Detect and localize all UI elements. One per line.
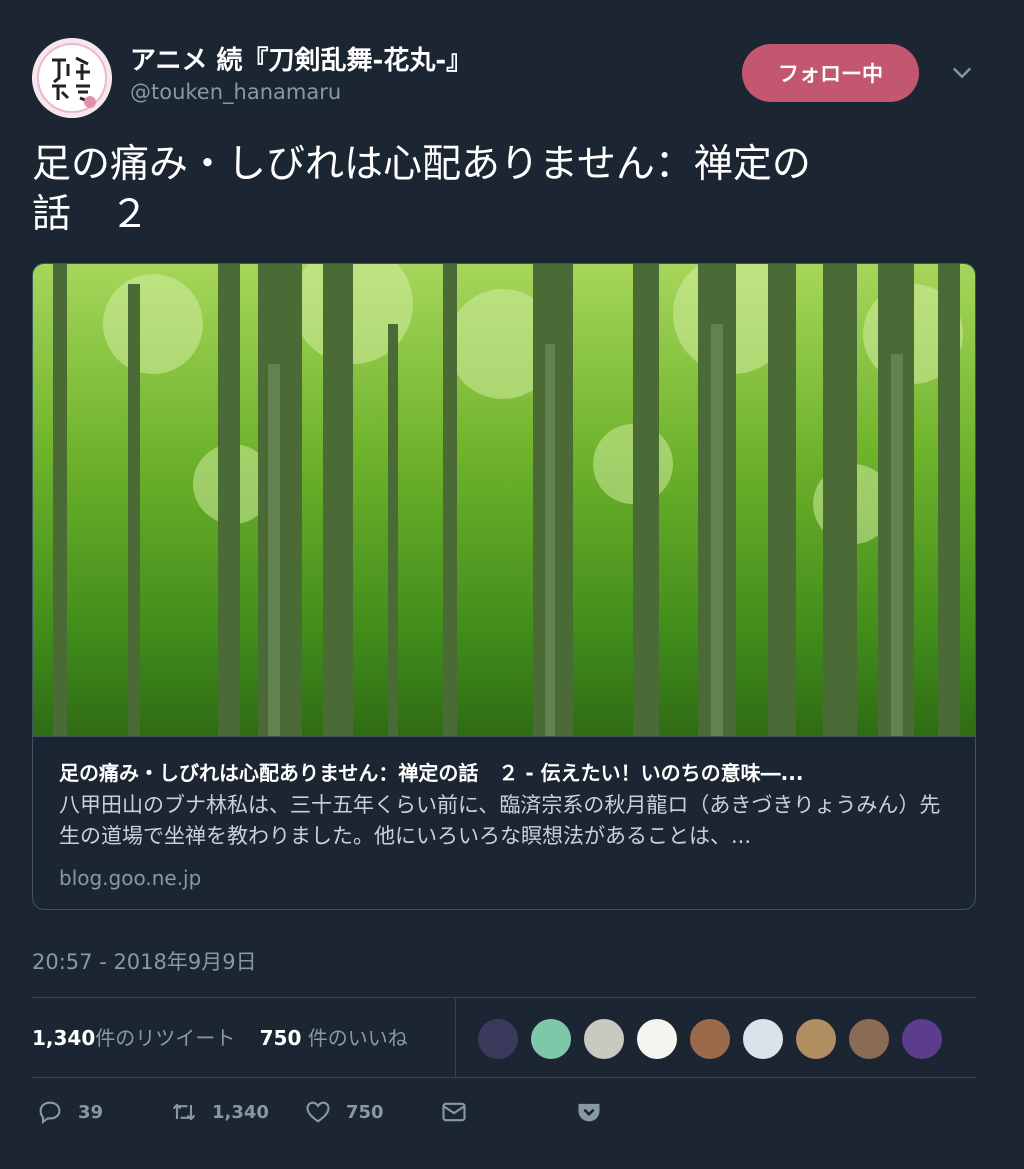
tweet-actions: 39 1,340 750 xyxy=(0,1098,1024,1130)
reply-count: 39 xyxy=(78,1101,104,1123)
pocket-icon xyxy=(578,1103,600,1122)
like-stat-label: 件のいいね xyxy=(301,1026,408,1050)
liker-avatar-7[interactable] xyxy=(794,1017,838,1061)
liker-avatar-4[interactable] xyxy=(635,1017,679,1061)
liker-avatar-6[interactable] xyxy=(741,1017,785,1061)
following-button[interactable]: フォロー中 xyxy=(742,44,919,102)
divider-bottom xyxy=(32,1077,977,1078)
author-avatar[interactable] xyxy=(32,38,112,118)
tweet-timestamp[interactable]: 20:57 - 2018年9月9日 xyxy=(32,946,257,976)
author-name[interactable]: アニメ 続『刀剣乱舞-花丸-』 xyxy=(130,40,472,77)
like-count: 750 xyxy=(346,1101,384,1123)
liker-avatar-5[interactable] xyxy=(688,1017,732,1061)
reply-icon xyxy=(39,1101,61,1125)
like-stat[interactable]: 750 件のいいね xyxy=(260,1026,408,1050)
retweet-icon xyxy=(172,1103,196,1121)
liker-avatar-8[interactable] xyxy=(847,1017,891,1061)
divider-top xyxy=(32,997,977,998)
like-button[interactable]: 750 xyxy=(304,1098,384,1126)
reply-button[interactable]: 39 xyxy=(36,1098,103,1126)
retweet-stat[interactable]: 1,340件のリツイート xyxy=(32,1026,235,1050)
liker-avatar-1[interactable] xyxy=(476,1017,520,1061)
link-card[interactable]: 足の痛み・しびれは心配ありません：禅定の話 ２ - 伝えたい！いのちの意味―..… xyxy=(32,263,976,910)
engagement-stats: 1,340件のリツイート 750 件のいいね xyxy=(32,1022,408,1051)
retweet-count: 1,340 xyxy=(212,1101,269,1123)
retweet-stat-count: 1,340 xyxy=(32,1026,96,1050)
divider-vertical xyxy=(455,997,456,1077)
card-title[interactable]: 足の痛み・しびれは心配ありません：禅定の話 ２ - 伝えたい！いのちの意味―..… xyxy=(59,757,949,786)
retweet-button[interactable]: 1,340 xyxy=(170,1098,269,1126)
pocket-button[interactable] xyxy=(575,1098,603,1126)
author-handle[interactable]: @touken_hanamaru xyxy=(130,80,341,104)
heart-icon xyxy=(306,1101,330,1123)
card-description: 八甲田山のブナ林私は、三十五年くらい前に、臨済宗系の秋月龍ロ（あきづきりょうみん… xyxy=(59,793,941,848)
liker-avatar-9[interactable] xyxy=(900,1017,944,1061)
liker-avatar-3[interactable] xyxy=(582,1017,626,1061)
card-image xyxy=(33,264,975,737)
direct-message-button[interactable] xyxy=(440,1098,468,1126)
envelope-icon xyxy=(442,1102,466,1122)
tweet-text: 足の痛み・しびれは心配ありません：禅定の 話 ２ xyxy=(32,142,811,237)
liker-avatar-2[interactable] xyxy=(529,1017,573,1061)
retweet-stat-label: 件のリツイート xyxy=(95,1026,236,1050)
like-stat-count: 750 xyxy=(259,1026,302,1050)
card-domain: blog.goo.ne.jp xyxy=(59,866,202,890)
chevron-down-icon[interactable] xyxy=(948,58,976,86)
liker-avatars xyxy=(476,1017,944,1061)
